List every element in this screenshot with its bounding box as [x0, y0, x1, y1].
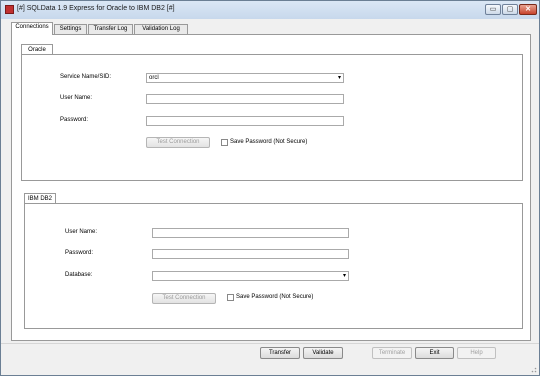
maximize-button[interactable]: ▢ — [502, 4, 518, 15]
service-name-label: Service Name/SID: — [60, 74, 112, 80]
oracle-password-label: Password: — [60, 117, 89, 123]
window-title: [#] SQLData 1.9 Express for Oracle to IB… — [17, 5, 175, 12]
db2-user-name-label: User Name: — [65, 229, 98, 235]
oracle-save-password-checkbox[interactable] — [221, 139, 228, 146]
app-icon — [5, 5, 14, 14]
tab-connections[interactable]: Connections — [11, 22, 53, 35]
service-name-select[interactable]: orcl ▾ — [146, 73, 344, 83]
db2-test-connection-button[interactable]: Test Connection — [152, 293, 216, 304]
db2-password-label: Password: — [65, 250, 94, 256]
terminate-button[interactable]: Terminate — [372, 347, 412, 359]
oracle-group: Service Name/SID: orcl ▾ User Name: Pass… — [21, 54, 523, 181]
tab-settings[interactable]: Settings — [54, 24, 87, 34]
tab-validation-log[interactable]: Validation Log — [134, 24, 188, 34]
transfer-button[interactable]: Transfer — [260, 347, 300, 359]
minimize-button[interactable]: ▭ — [485, 4, 501, 15]
db2-password-input[interactable] — [152, 249, 349, 259]
connections-panel: Oracle Service Name/SID: orcl ▾ User Nam… — [11, 34, 531, 341]
database-label: Database: — [65, 272, 93, 278]
db2-group: User Name: Password: Database: ▾ Test Co… — [24, 203, 523, 329]
title-bar: [#] SQLData 1.9 Express for Oracle to IB… — [1, 1, 539, 19]
footer-divider — [1, 343, 539, 344]
help-button[interactable]: Help — [457, 347, 496, 359]
oracle-test-connection-button[interactable]: Test Connection — [146, 137, 210, 148]
tab-transfer-log[interactable]: Transfer Log — [88, 24, 133, 34]
app-window: [#] SQLData 1.9 Express for Oracle to IB… — [0, 0, 540, 376]
oracle-user-name-label: User Name: — [60, 95, 93, 101]
db2-save-password-label: Save Password (Not Secure) — [236, 294, 314, 300]
close-button[interactable]: ✕ — [519, 4, 537, 15]
validate-button[interactable]: Validate — [303, 347, 343, 359]
chevron-down-icon: ▾ — [342, 273, 346, 279]
oracle-user-name-input[interactable] — [146, 94, 344, 104]
service-name-value: orcl — [149, 75, 159, 81]
db2-save-password-checkbox[interactable] — [227, 294, 234, 301]
oracle-save-password-label: Save Password (Not Secure) — [230, 139, 308, 145]
database-select[interactable]: ▾ — [152, 271, 349, 281]
exit-button[interactable]: Exit — [415, 347, 454, 359]
db2-user-name-input[interactable] — [152, 228, 349, 238]
chevron-down-icon: ▾ — [337, 75, 341, 81]
oracle-password-input[interactable] — [146, 116, 344, 126]
resize-grip-icon[interactable] — [529, 365, 537, 373]
